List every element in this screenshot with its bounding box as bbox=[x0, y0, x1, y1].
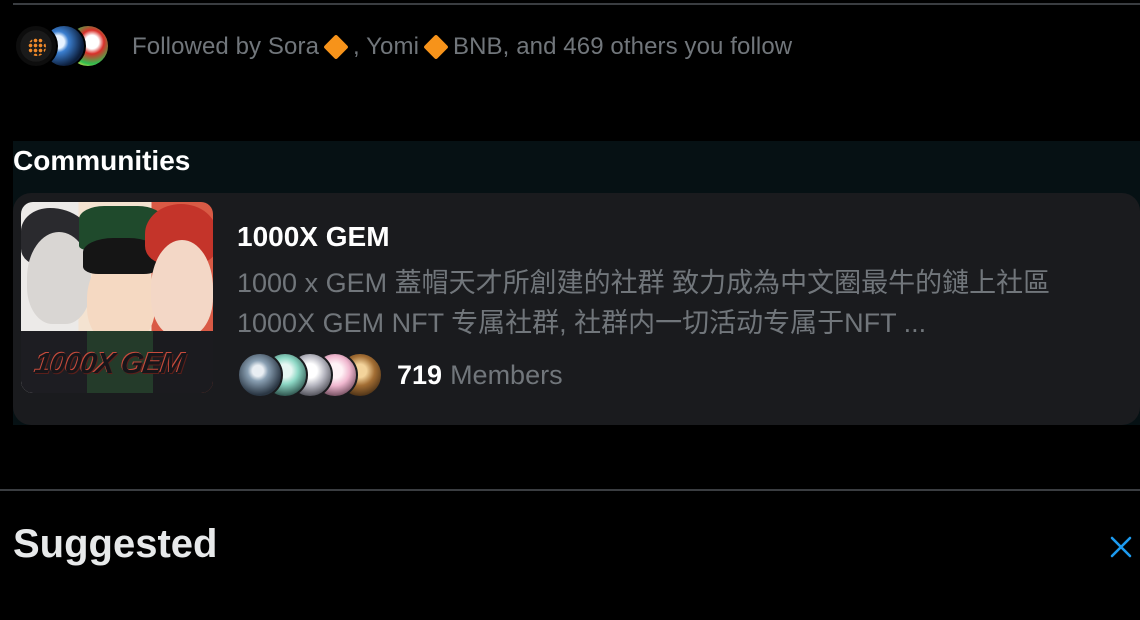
close-icon bbox=[1110, 536, 1132, 558]
followed-by-suffix: BNB, and 469 others you follow bbox=[453, 33, 793, 60]
communities-section: Communities 1000X GEM 1000X GEM 1000 x G… bbox=[13, 141, 1140, 425]
avatar[interactable] bbox=[14, 24, 58, 68]
followers-avatar-stack[interactable] bbox=[14, 24, 110, 70]
community-card[interactable]: 1000X GEM 1000X GEM 1000 x GEM 蓋帽天才所創建的社… bbox=[13, 193, 1140, 425]
thumb-art bbox=[151, 240, 213, 336]
member-count-text: 719 Members bbox=[397, 360, 563, 391]
member-avatar-stack[interactable] bbox=[237, 352, 383, 398]
community-name[interactable]: 1000X GEM bbox=[237, 221, 390, 253]
top-divider bbox=[13, 3, 1140, 5]
close-suggested-button[interactable] bbox=[1104, 530, 1138, 564]
avatar[interactable] bbox=[237, 352, 283, 398]
thumbnail-logo-text: 1000X GEM bbox=[32, 348, 187, 380]
diamond-icon bbox=[423, 34, 449, 60]
followed-by-prefix: Followed by Sora bbox=[132, 33, 320, 60]
followed-by-row[interactable]: Followed by Sora , Yomi BNB, and 469 oth… bbox=[14, 24, 792, 70]
communities-title: Communities bbox=[13, 145, 191, 176]
member-row[interactable]: 719 Members bbox=[237, 352, 563, 398]
member-count: 719 bbox=[397, 359, 443, 390]
followed-by-text[interactable]: Followed by Sora , Yomi BNB, and 469 oth… bbox=[132, 33, 792, 61]
diamond-icon bbox=[323, 34, 349, 60]
section-divider bbox=[0, 489, 1140, 491]
suggested-title: Suggested bbox=[13, 522, 218, 566]
followed-by-separator: , Yomi bbox=[353, 33, 420, 60]
community-description: 1000 x GEM 蓋帽天才所創建的社群 致力成為中文圈最牛的鏈上社區 100… bbox=[237, 268, 1051, 338]
community-thumbnail[interactable]: 1000X GEM bbox=[21, 202, 213, 393]
member-label: Members bbox=[450, 359, 563, 390]
